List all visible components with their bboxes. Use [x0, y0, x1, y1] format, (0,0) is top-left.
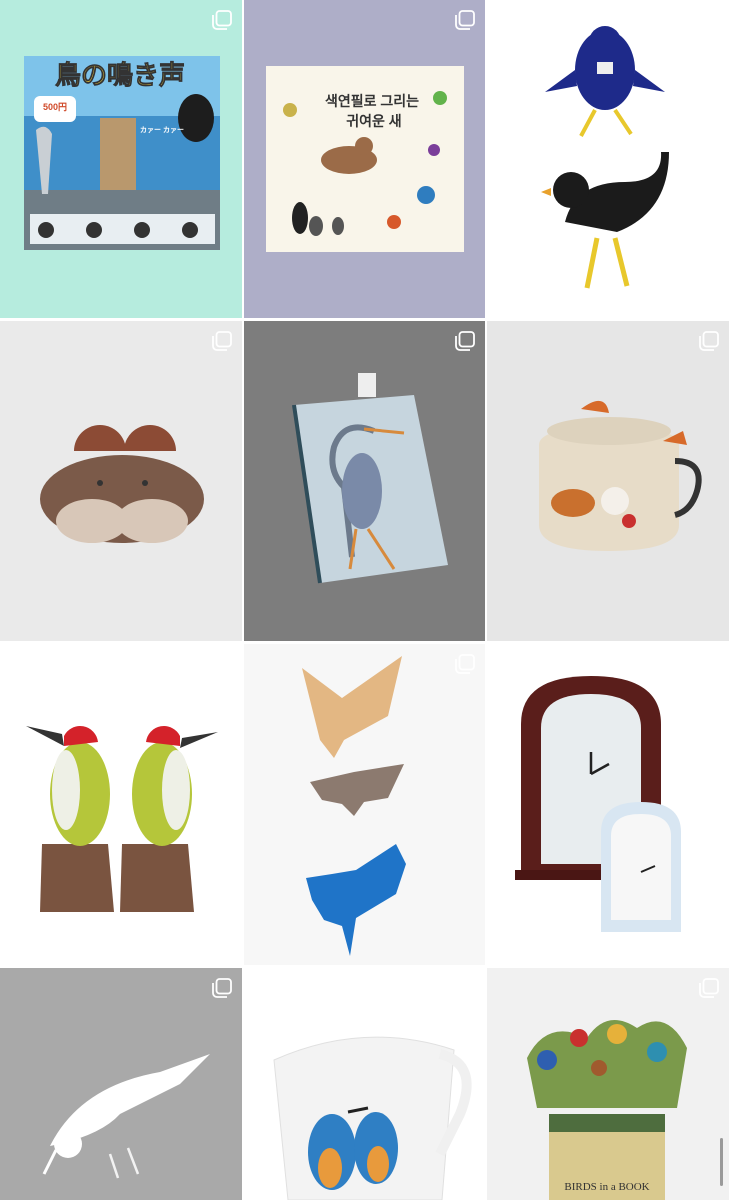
product-image: 색연필로 그리는 귀여운 새 — [266, 66, 464, 252]
book-title: BIRDS in a BOOK — [564, 1181, 649, 1193]
grid-tile[interactable]: 500円 鳥の鳴き声 カァー カァー — [0, 0, 242, 318]
grid-tile[interactable] — [487, 0, 729, 318]
grid-tile[interactable] — [487, 644, 729, 965]
post-grid: 500円 鳥の鳴き声 カァー カァー 색연필로 그리는 귀여운 새 BIRDS … — [0, 0, 729, 1200]
grid-tile[interactable]: 색연필로 그리는 귀여운 새 — [244, 0, 485, 318]
multiple-images-icon — [455, 978, 475, 998]
product-image: 500円 鳥の鳴き声 カァー カァー — [24, 56, 220, 250]
grid-tile[interactable] — [0, 968, 242, 1200]
multiple-images-icon — [699, 654, 719, 674]
multiple-images-icon — [212, 10, 232, 30]
product-image: BIRDS in a BOOK — [527, 1020, 687, 1200]
multiple-images-icon — [455, 10, 475, 30]
price-label: 500円 — [43, 102, 67, 112]
product-image — [515, 676, 681, 932]
grid-tile[interactable] — [244, 968, 485, 1200]
caption: カァー カァー — [140, 126, 184, 134]
book-title-line1: 색연필로 그리는 — [325, 93, 419, 109]
product-image — [302, 656, 406, 956]
grid-tile[interactable] — [0, 321, 242, 641]
product-image — [40, 425, 204, 543]
multiple-images-icon — [212, 331, 232, 351]
product-image — [26, 726, 218, 912]
multiple-images-icon — [455, 331, 475, 351]
product-image — [42, 1054, 210, 1179]
grid-tile[interactable] — [244, 644, 485, 965]
multiple-images-icon — [455, 654, 475, 674]
scrollbar[interactable] — [720, 1138, 723, 1186]
grid-tile[interactable] — [244, 321, 485, 641]
multiple-images-icon — [699, 978, 719, 998]
product-image — [539, 400, 702, 551]
grid-tile[interactable] — [0, 644, 242, 965]
multiple-images-icon — [699, 10, 719, 30]
product-title: 鳥の鳴き声 — [55, 60, 185, 90]
product-image — [292, 373, 448, 584]
grid-tile[interactable]: BIRDS in a BOOK — [487, 968, 729, 1200]
grid-tile[interactable] — [487, 321, 729, 641]
product-image — [541, 26, 669, 289]
product-image — [273, 1036, 472, 1200]
multiple-images-icon — [212, 654, 232, 674]
multiple-images-icon — [212, 978, 232, 998]
book-title-line2: 귀여운 새 — [346, 113, 401, 129]
multiple-images-icon — [699, 331, 719, 351]
